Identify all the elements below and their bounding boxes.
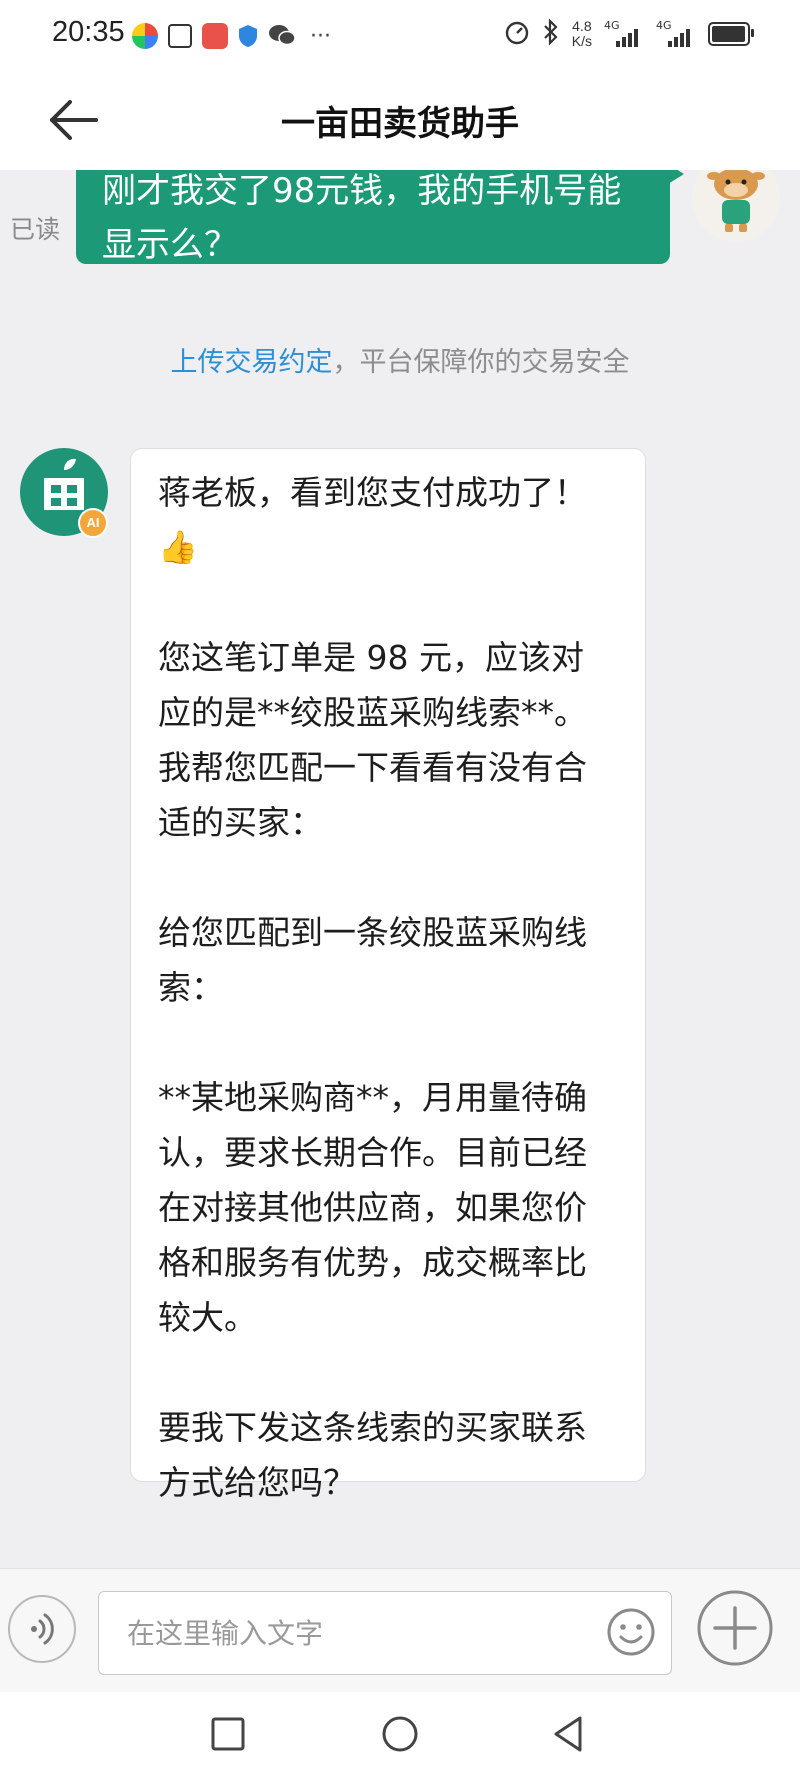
- notice-text: ，平台保障你的交易安全: [332, 347, 630, 378]
- battery-icon: [708, 22, 754, 46]
- message-line-blank: [158, 575, 619, 630]
- ai-badge: AI: [78, 508, 108, 538]
- signal-icon-1: 4G: [604, 19, 644, 49]
- calendar-icon: [168, 24, 192, 48]
- signal-icon-2: 4G: [656, 19, 696, 49]
- status-time: 20:35: [52, 16, 125, 48]
- message-line: 刚才我交了98元钱，我的手机号能: [102, 171, 622, 211]
- wechat-icon: [268, 23, 296, 49]
- message-line-blank: [158, 1345, 619, 1400]
- cow-mascot-icon: [707, 170, 765, 232]
- incoming-message-bubble[interactable]: 蒋老板，看到您支付成功了！ 👍 您这笔订单是 98 元，应该对 应的是**绞股蓝…: [130, 448, 646, 1502]
- voice-icon: [31, 1613, 54, 1645]
- more-actions-button[interactable]: [696, 1589, 774, 1667]
- assistant-avatar[interactable]: AI: [20, 448, 108, 538]
- bluetooth-icon: [542, 18, 560, 50]
- input-bar: [0, 1568, 800, 1693]
- message-input-box[interactable]: [98, 1591, 672, 1675]
- message-line: 在对接其他供应商，如果您价: [158, 1188, 587, 1227]
- smiley-icon: [607, 1608, 655, 1656]
- message-line: 我帮您匹配一下看看有没有合: [158, 748, 587, 787]
- message-line: 要我下发这条线索的买家联系: [158, 1408, 587, 1447]
- user-avatar[interactable]: [692, 170, 780, 242]
- message-line: 较大。: [158, 1298, 257, 1337]
- message-line: 给您匹配到一条绞股蓝采购线: [158, 913, 587, 952]
- trade-agreement-notice: 上传交易约定，平台保障你的交易安全: [0, 340, 800, 379]
- nav-back-button[interactable]: [548, 1714, 588, 1754]
- message-line: 蒋老板，看到您支付成功了！: [158, 473, 587, 512]
- plus-circle-icon: [697, 1590, 773, 1666]
- square-icon: [211, 1717, 245, 1751]
- alarm-icon: [504, 19, 530, 49]
- recent-apps-button[interactable]: [208, 1714, 248, 1754]
- message-line: 格和服务有优势，成交概率比: [158, 1243, 587, 1282]
- triangle-back-icon: [554, 1716, 582, 1752]
- app-header: 一亩田卖货助手: [0, 70, 800, 170]
- system-icons: 4.8 K/s 4G 4G: [504, 16, 754, 52]
- voice-input-button[interactable]: [8, 1595, 76, 1663]
- notification-icons: ···: [132, 20, 331, 52]
- emoji-button[interactable]: [605, 1606, 657, 1658]
- network-speed: 4.8 K/s: [572, 19, 592, 49]
- read-status: 已读: [10, 215, 61, 244]
- mail-app-icon: [202, 23, 228, 49]
- outgoing-message-bubble[interactable]: 刚才我交了98元钱，我的手机号能 显示么？: [76, 170, 684, 265]
- app-icon-1: [132, 23, 158, 49]
- message-line: 您这笔订单是 98 元，应该对: [158, 638, 584, 677]
- message-line: 方式给您吗？: [158, 1463, 356, 1502]
- more-dots-icon: ···: [310, 23, 331, 49]
- message-line: 显示么？: [102, 225, 238, 265]
- circle-icon: [382, 1716, 418, 1752]
- thumbs-up-emoji: 👍: [158, 528, 198, 566]
- message-line: 索：: [158, 968, 224, 1007]
- message-line: **某地采购商**，月用量待确: [158, 1078, 587, 1117]
- shield-icon: [238, 24, 258, 48]
- message-line-blank: [158, 850, 619, 905]
- chat-area[interactable]: 已读 刚才我交了98元钱，我的手机号能 显示么？ 上传交易约定，平台保障你的交易…: [0, 170, 800, 1568]
- message-line: 应的是**绞股蓝采购线索**。: [158, 693, 587, 732]
- upload-agreement-link[interactable]: 上传交易约定: [171, 347, 333, 378]
- home-button[interactable]: [380, 1714, 420, 1754]
- message-line: 适的买家：: [158, 803, 323, 842]
- page-title: 一亩田卖货助手: [281, 104, 519, 144]
- message-input[interactable]: [125, 1592, 569, 1674]
- status-bar: 20:35 ··· 4.8 K/s 4G 4G: [0, 0, 800, 70]
- message-line-blank: [158, 1015, 619, 1070]
- network-speed-unit: K/s: [571, 33, 592, 49]
- message-line: 认，要求长期合作。目前已经: [158, 1133, 587, 1172]
- network-speed-value: 4.8: [572, 18, 592, 34]
- system-nav-bar: [0, 1692, 800, 1778]
